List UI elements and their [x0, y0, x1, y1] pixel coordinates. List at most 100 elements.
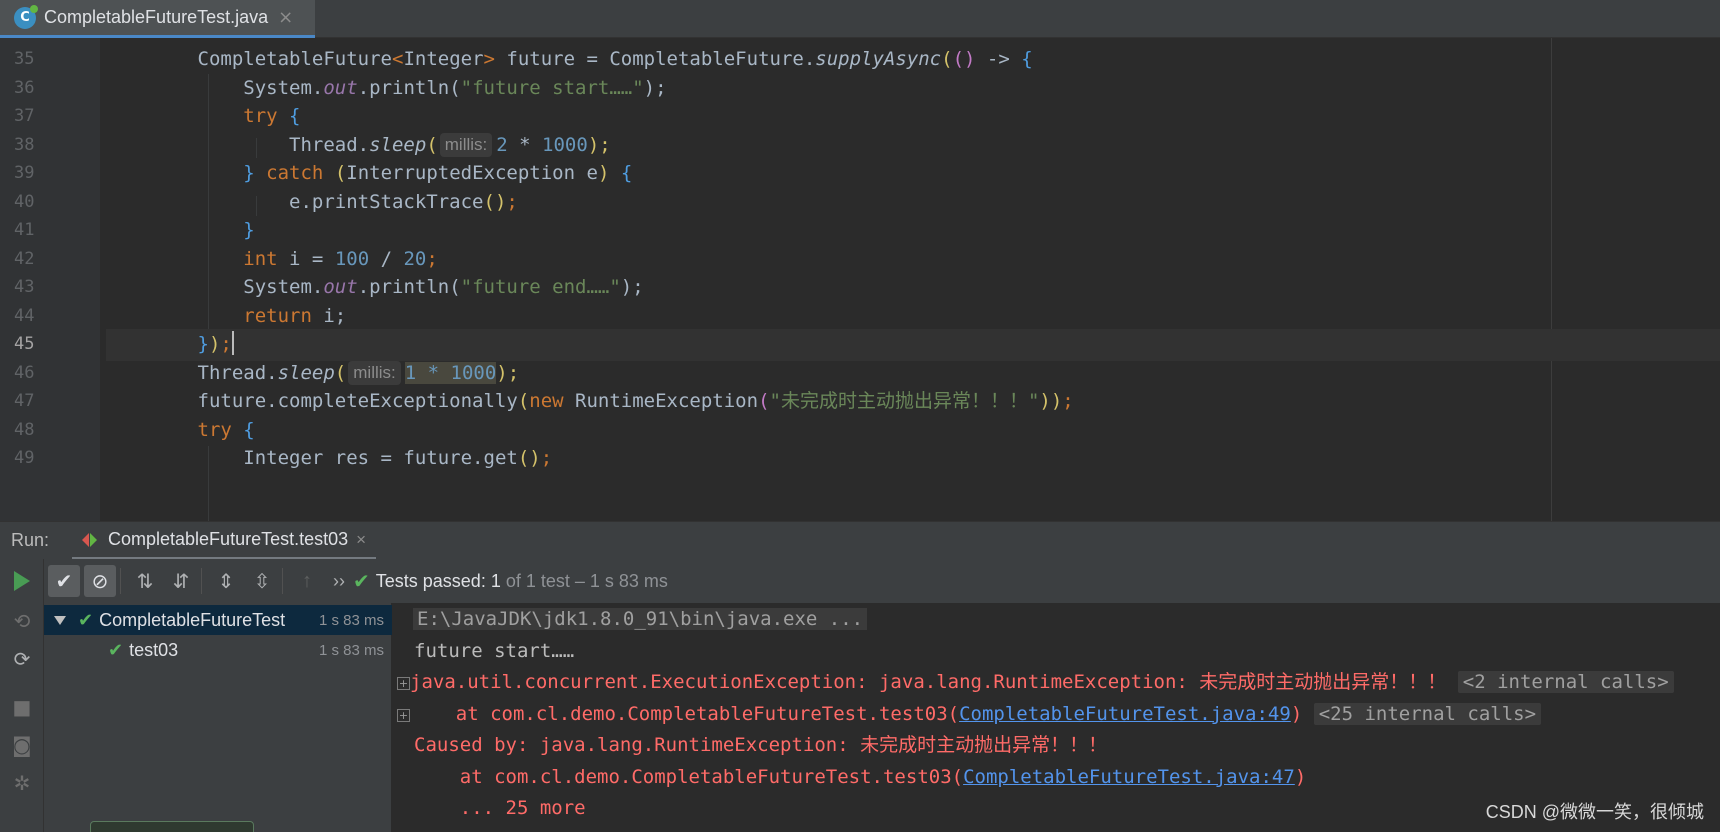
- tree-status-button[interactable]: [90, 821, 254, 832]
- tree-item-test03[interactable]: ✔ test03 1 s 83 ms: [44, 635, 392, 665]
- code-line-44: return i;: [243, 304, 347, 327]
- camera-icon[interactable]: ◙: [8, 731, 36, 759]
- line-number: 37: [14, 106, 35, 126]
- line-number: 44: [14, 305, 35, 326]
- rerun-button[interactable]: [8, 567, 36, 595]
- stack-frame-link[interactable]: CompletableFutureTest.java:47: [963, 766, 1295, 788]
- stack-frame-link[interactable]: CompletableFutureTest.java:49: [959, 703, 1291, 725]
- close-run-tab-icon[interactable]: ×: [356, 530, 366, 550]
- check-icon: ✔: [55, 570, 73, 593]
- rerun-failed-icon[interactable]: ⟲: [8, 607, 36, 635]
- code-line-46: Thread.sleep(millis: 1 * 1000);: [197, 360, 520, 385]
- parameter-hint: millis:: [439, 132, 493, 157]
- java-class-icon: C: [14, 4, 38, 29]
- text-caret: [231, 331, 234, 355]
- line-number-gutter: 35 36 37 38 39 40 41 42 43 44 45 46 47 4…: [0, 38, 100, 521]
- toolbar-separator: [201, 568, 202, 594]
- collapse-all-icon[interactable]: ⇳: [246, 565, 278, 597]
- line-number: 38: [14, 134, 35, 155]
- check-icon: ✔: [78, 609, 94, 630]
- fold-expand-icon[interactable]: +: [397, 708, 410, 722]
- stack-frame-text: ): [1290, 702, 1303, 725]
- file-tab-name: CompletableFutureTest.java: [44, 7, 269, 27]
- line-number: 41: [14, 220, 35, 240]
- internal-calls-fold[interactable]: <2 internal calls>: [1457, 671, 1674, 693]
- code-line-40: e.printStackTrace();: [289, 190, 518, 213]
- code-line-38: Thread.sleep(millis: 2 * 1000);: [289, 132, 611, 157]
- test-toolbar: ✔ ⊘ ⇅ ⇵ ⇕ ⇳ ↑ ›› ✔ Tests passed: 1 of 1 …: [44, 559, 1720, 603]
- console-output[interactable]: E:\JavaJDK\jdk1.8.0_91\bin\java.exe ... …: [393, 603, 1720, 832]
- console-error-line: +java.util.concurrent.ExecutionException…: [397, 667, 1674, 699]
- line-number: 42: [14, 248, 35, 269]
- stack-frame-text: ): [1294, 765, 1307, 788]
- run-label: Run:: [11, 530, 50, 550]
- line-number: 48: [14, 419, 35, 440]
- code-line-47: future.completeExceptionally(new Runtime…: [197, 390, 1074, 412]
- watermark: CSDN @微微一笑，很倾城: [1485, 802, 1704, 822]
- tree-item-time: 1 s 83 ms: [318, 611, 384, 629]
- show-passed-button[interactable]: ✔: [48, 565, 80, 597]
- code-line-48: try {: [197, 418, 255, 441]
- test-tree: ✔ CompletableFutureTest 1 s 83 ms ✔ test…: [44, 603, 392, 832]
- highlighted-expression: 1 * 1000: [404, 361, 497, 384]
- run-tab-name: CompletableFutureTest.test03: [108, 529, 349, 549]
- run-config-tab[interactable]: CompletableFutureTest.test03 ×: [72, 522, 377, 560]
- line-number: 46: [14, 362, 35, 383]
- test-run-icon: [82, 532, 98, 547]
- more-frames-line: ... 25 more: [414, 797, 586, 819]
- run-vertical-toolbar: ⟲ ⟳ ■ ◙ ✲: [0, 559, 44, 832]
- expand-all-icon[interactable]: ⇕: [210, 565, 242, 597]
- caused-by-line: Caused by: java.lang.RuntimeException: 未…: [414, 734, 1108, 756]
- code-line-39: } catch (InterruptedException e) {: [243, 162, 633, 184]
- settings-icon[interactable]: ✲: [8, 769, 36, 797]
- code-line-41: }: [243, 219, 255, 241]
- check-icon: ✔: [353, 570, 370, 593]
- expand-triangle-icon[interactable]: [54, 615, 66, 625]
- play-icon: [14, 571, 30, 591]
- console-stack-line: at com.cl.demo.CompletableFutureTest.tes…: [414, 762, 1307, 794]
- code-line-35: CompletableFuture<Integer> future = Comp…: [197, 48, 1033, 70]
- internal-calls-fold[interactable]: <25 internal calls>: [1313, 702, 1542, 725]
- code-line-43: System.out.println("future end……");: [243, 276, 644, 298]
- code-line-42: int i = 100 / 20;: [243, 247, 438, 270]
- close-tab-icon[interactable]: ×: [278, 7, 293, 28]
- line-number: 47: [14, 391, 35, 411]
- line-number: 49: [14, 448, 35, 468]
- run-panel-header: Run: CompletableFutureTest.test03 ×: [0, 521, 1720, 560]
- code-line-49: Integer res = future.get();: [243, 447, 553, 469]
- code-editor[interactable]: 35 36 37 38 39 40 41 42 43 44 45 46 47 4…: [0, 38, 1720, 521]
- tests-status: Tests passed: 1: [375, 570, 501, 591]
- sort-alphabetically-icon[interactable]: ⇅: [129, 565, 161, 597]
- toolbar-separator: [120, 568, 121, 594]
- file-tab[interactable]: C CompletableFutureTest.java ×: [0, 0, 315, 38]
- console-line: future start……: [414, 639, 575, 662]
- tree-item-label: test03: [129, 639, 179, 660]
- stack-frame-text: at com.cl.demo.CompletableFutureTest.tes…: [414, 765, 964, 788]
- tree-item-root[interactable]: ✔ CompletableFutureTest 1 s 83 ms: [44, 605, 392, 635]
- sort-by-duration-icon[interactable]: ⇵: [165, 565, 197, 597]
- line-number: 39: [14, 163, 35, 183]
- parameter-hint: millis:: [348, 360, 401, 385]
- fold-expand-icon[interactable]: +: [397, 677, 410, 690]
- show-ignored-button[interactable]: ⊘: [84, 565, 116, 597]
- stop-icon[interactable]: ■: [8, 693, 36, 721]
- check-icon: ✔: [108, 639, 124, 660]
- line-number: 40: [14, 191, 35, 212]
- line-number: 35: [14, 49, 35, 69]
- code-line-36: System.out.println("future start……");: [243, 76, 667, 99]
- tree-item-time: 1 s 83 ms: [318, 641, 384, 659]
- line-number: 36: [14, 77, 35, 98]
- tree-item-label: CompletableFutureTest: [99, 609, 286, 630]
- console-stack-line: + at com.cl.demo.CompletableFutureTest.t…: [397, 699, 1542, 731]
- previous-failed-icon[interactable]: ↑: [291, 565, 323, 597]
- toolbar-separator: [282, 568, 283, 594]
- console-command[interactable]: E:\JavaJDK\jdk1.8.0_91\bin\java.exe ...: [413, 608, 868, 630]
- code-line-37: try {: [243, 105, 301, 127]
- toggle-auto-test-icon[interactable]: ⟳: [8, 645, 36, 673]
- tests-status-detail: of 1 test – 1 s 83 ms: [505, 570, 668, 591]
- line-number-current: 45: [14, 334, 35, 354]
- line-number: 43: [14, 277, 35, 297]
- editor-tab-bar: C CompletableFutureTest.java ×: [0, 0, 1720, 38]
- more-actions-icon[interactable]: ››: [333, 571, 345, 592]
- code-line-45-current: });: [106, 329, 1720, 361]
